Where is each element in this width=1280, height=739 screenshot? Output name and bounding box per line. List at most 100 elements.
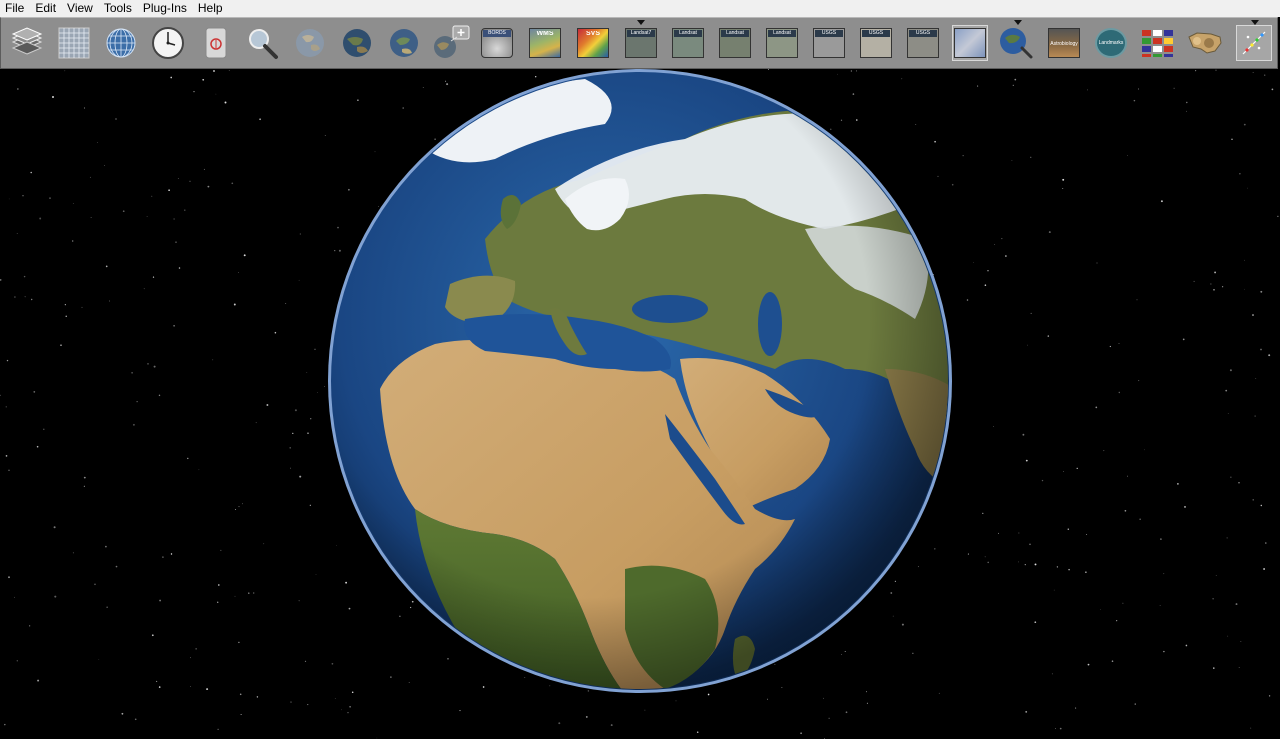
star bbox=[24, 296, 26, 298]
placemarks-button[interactable] bbox=[1236, 25, 1272, 61]
star bbox=[376, 737, 378, 739]
wms-thumbnail: WMS bbox=[529, 28, 561, 58]
star bbox=[122, 210, 125, 213]
star bbox=[1103, 450, 1105, 452]
landsat-globe-button[interactable] bbox=[386, 25, 422, 61]
star bbox=[1230, 476, 1232, 478]
star bbox=[1076, 467, 1078, 470]
star bbox=[1096, 262, 1098, 264]
star bbox=[1268, 354, 1271, 357]
landsat-geocover-button[interactable]: Landsat bbox=[717, 25, 753, 61]
landmarks-button[interactable]: Landmarks bbox=[1093, 25, 1129, 61]
menu-edit[interactable]: Edit bbox=[29, 0, 61, 17]
map-overlay-button[interactable] bbox=[952, 25, 988, 61]
star bbox=[1238, 667, 1240, 669]
blue-marble-button[interactable] bbox=[292, 25, 328, 61]
star bbox=[304, 660, 307, 663]
star bbox=[1239, 173, 1241, 175]
star bbox=[1265, 542, 1267, 544]
star bbox=[240, 714, 242, 715]
usgs-ortho-button[interactable]: USGS bbox=[811, 25, 847, 61]
star bbox=[1144, 449, 1145, 451]
star bbox=[217, 584, 220, 586]
landsat-visible-button[interactable]: Landsat bbox=[764, 25, 800, 61]
star bbox=[1225, 389, 1228, 392]
landsat-mosaic-button[interactable]: Landsat bbox=[670, 25, 706, 61]
menu-tools[interactable]: Tools bbox=[98, 0, 137, 17]
star bbox=[158, 686, 161, 688]
landsat-thumbnail: Landsat bbox=[719, 28, 751, 58]
star bbox=[1177, 483, 1179, 485]
star bbox=[64, 70, 66, 72]
star bbox=[36, 445, 39, 448]
star bbox=[8, 469, 10, 472]
star bbox=[998, 532, 999, 534]
star bbox=[1127, 155, 1128, 156]
us-counties-button[interactable] bbox=[1187, 25, 1223, 61]
star bbox=[1185, 644, 1188, 647]
star bbox=[1184, 506, 1186, 508]
star bbox=[217, 728, 219, 731]
usgs-urban-button[interactable]: USGS bbox=[905, 25, 941, 61]
star bbox=[1193, 280, 1195, 282]
star bbox=[1053, 589, 1055, 591]
globe-search-icon bbox=[998, 26, 1034, 60]
star bbox=[1030, 312, 1032, 314]
earth-at-night-button[interactable] bbox=[339, 25, 375, 61]
add-layer-button[interactable] bbox=[431, 25, 473, 61]
place-finder-button[interactable] bbox=[998, 25, 1034, 61]
star bbox=[239, 693, 242, 696]
world-flags-button[interactable] bbox=[1140, 25, 1176, 61]
star bbox=[5, 406, 7, 408]
star bbox=[156, 680, 158, 682]
star bbox=[800, 732, 802, 735]
star bbox=[220, 549, 222, 551]
world-view-canvas[interactable] bbox=[0, 69, 1280, 739]
menu-help[interactable]: Help bbox=[192, 0, 228, 17]
star bbox=[1260, 348, 1262, 351]
svs-button[interactable]: SVS bbox=[575, 25, 611, 61]
globe-grid-button[interactable] bbox=[103, 25, 139, 61]
tile-label: Astrobiology bbox=[1050, 41, 1078, 47]
search-button[interactable] bbox=[244, 25, 280, 61]
lat-lon-grid-button[interactable] bbox=[56, 25, 92, 61]
political-boundaries-button[interactable]: BORDS bbox=[479, 25, 515, 61]
star bbox=[14, 296, 16, 298]
star bbox=[132, 423, 135, 426]
menu-file[interactable]: File bbox=[0, 0, 29, 17]
time-button[interactable] bbox=[150, 25, 186, 61]
star bbox=[98, 658, 100, 660]
astrobiology-thumbnail: Astrobiology bbox=[1048, 28, 1080, 58]
layer-manager-button[interactable] bbox=[9, 25, 45, 61]
star bbox=[349, 705, 351, 708]
menu-bar: File Edit View Tools Plug-Ins Help bbox=[0, 0, 1280, 17]
star bbox=[274, 331, 277, 334]
star bbox=[299, 475, 302, 478]
astrobiology-button[interactable]: Astrobiology bbox=[1046, 25, 1082, 61]
star bbox=[967, 553, 969, 555]
menu-view[interactable]: View bbox=[61, 0, 98, 17]
star bbox=[1062, 178, 1065, 181]
tile-label: Landsat7 bbox=[630, 30, 652, 36]
star bbox=[97, 141, 99, 143]
star bbox=[22, 195, 24, 197]
star bbox=[1029, 543, 1031, 546]
star bbox=[1186, 101, 1188, 104]
menu-plug-ins[interactable]: Plug-Ins bbox=[137, 0, 192, 17]
star bbox=[1118, 343, 1120, 344]
star bbox=[1118, 391, 1121, 394]
compass-button[interactable] bbox=[198, 25, 234, 61]
star bbox=[43, 428, 45, 431]
star bbox=[1134, 703, 1136, 705]
usgs-topo-button[interactable]: USGS bbox=[858, 25, 894, 61]
star bbox=[1034, 563, 1037, 566]
star bbox=[17, 88, 19, 90]
globe-icon bbox=[388, 27, 420, 59]
star bbox=[1231, 138, 1233, 140]
star bbox=[1085, 571, 1087, 573]
star bbox=[173, 324, 175, 327]
wms-button[interactable]: WMS bbox=[527, 25, 563, 61]
landsat7-button[interactable]: Landsat7 bbox=[623, 25, 659, 61]
star bbox=[1160, 538, 1162, 540]
star bbox=[52, 96, 54, 98]
